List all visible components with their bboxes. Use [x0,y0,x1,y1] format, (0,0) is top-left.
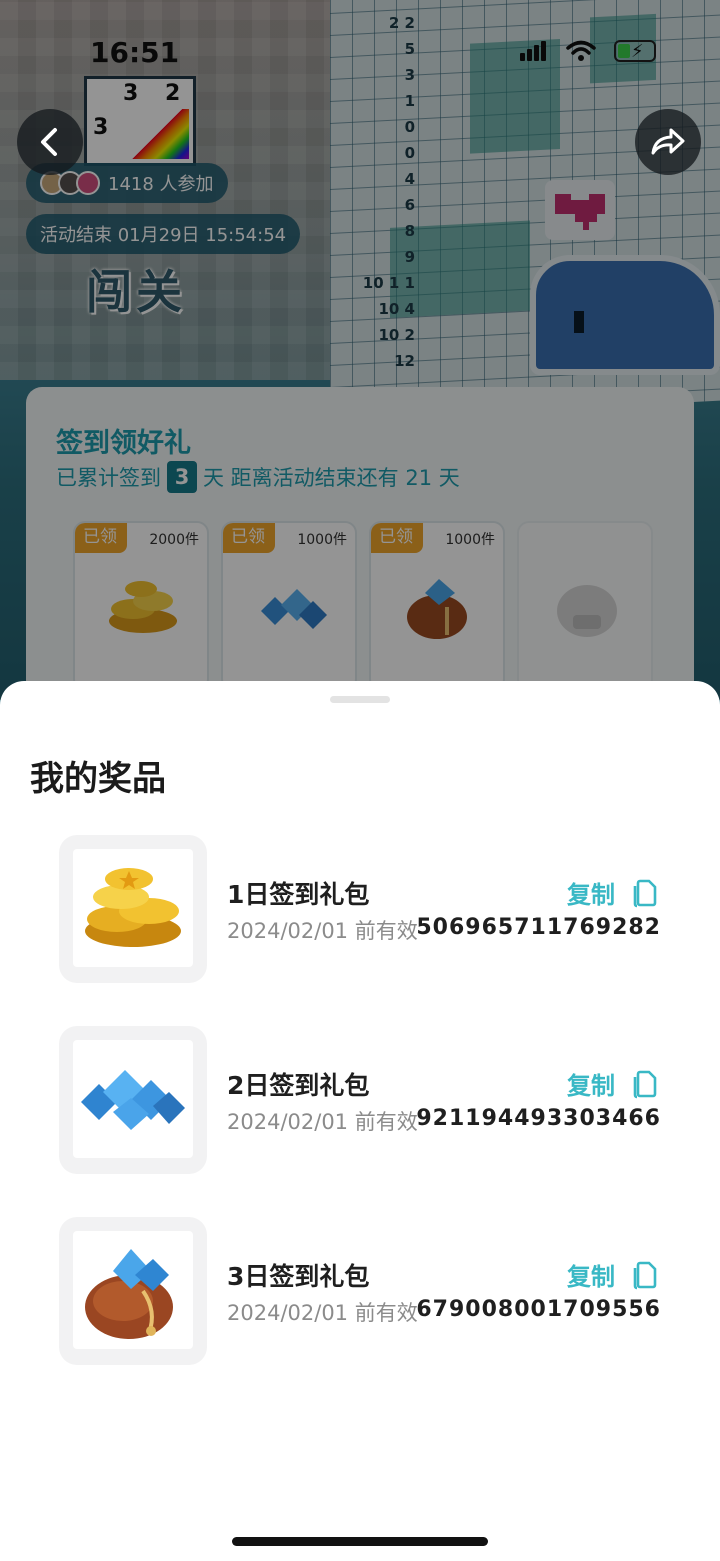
copy-button[interactable]: 复制 [567,875,657,910]
back-button[interactable] [17,109,83,175]
modal-overlay[interactable] [0,0,720,700]
prize-name: 3日签到礼包 [227,1262,370,1291]
hero-banner: 2 2 5 3 1 0 0 4 6 8 9 10 1 1 10 4 10 2 1… [0,0,720,700]
copy-label: 复制 [567,881,615,909]
share-arrow-icon [651,128,685,155]
prize-code: 506965711769282 [416,915,661,940]
prize-expiry: 2024/02/01 前有效 [227,1301,418,1325]
gem-bag-icon [85,1249,173,1339]
share-button[interactable] [635,109,701,175]
prize-name: 2日签到礼包 [227,1071,370,1100]
copy-label: 复制 [567,1263,615,1291]
blue-gems-icon [81,1070,185,1130]
copy-button[interactable]: 复制 [567,1257,657,1292]
prize-name: 1日签到礼包 [227,880,370,909]
copy-label: 复制 [567,1072,615,1100]
copy-icon [633,879,657,907]
prize-code: 921194493303466 [416,1106,661,1131]
my-prizes-sheet: 我的奖品 1日签到礼包 2024/02/01 前有效 5069657117692… [0,681,720,1561]
gold-coins-icon [85,868,181,947]
copy-icon [633,1261,657,1289]
prize-thumbnail [59,1026,207,1174]
sheet-drag-handle[interactable] [330,696,390,703]
sheet-title: 我的奖品 [30,759,166,799]
chevron-left-icon [41,128,57,156]
copy-button[interactable]: 复制 [567,1066,657,1101]
prize-item: 1日签到礼包 2024/02/01 前有效 506965711769282 复制 [59,835,669,983]
prize-item: 2日签到礼包 2024/02/01 前有效 921194493303466 复制 [59,1026,669,1174]
home-indicator[interactable] [232,1537,488,1546]
prize-expiry: 2024/02/01 前有效 [227,1110,418,1134]
prize-item: 3日签到礼包 2024/02/01 前有效 679008001709556 复制 [59,1217,669,1365]
prize-code: 679008001709556 [416,1297,661,1322]
prize-thumbnail [59,1217,207,1365]
prize-expiry: 2024/02/01 前有效 [227,919,418,943]
prize-thumbnail [59,835,207,983]
copy-icon [633,1070,657,1098]
